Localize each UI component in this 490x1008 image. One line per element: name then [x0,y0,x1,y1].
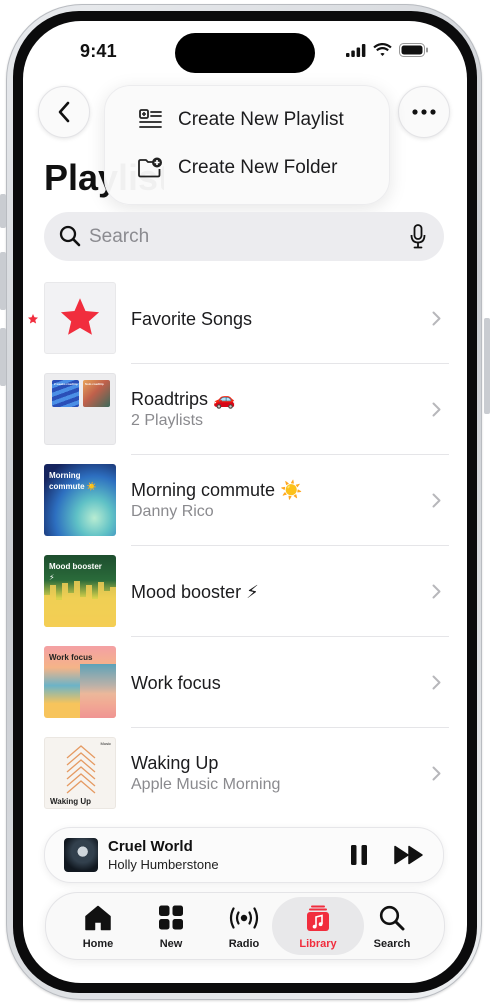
new-playlist-icon [139,109,162,128]
now-playing-title: Cruel World [108,838,193,855]
mini-player[interactable]: Cruel World Holly Humberstone [44,827,444,883]
microphone-icon[interactable] [410,224,426,249]
playlist-artwork [44,282,116,354]
dynamic-island [175,33,315,73]
wifi-icon [373,43,392,56]
playlist-title: Mood booster ⚡ [131,582,259,602]
side-button [0,194,6,228]
playlist-row-work-focus[interactable]: Work focus Work focus [23,646,467,737]
volume-down-button [0,328,6,386]
artwork-stripe [80,664,116,718]
divider [131,636,449,637]
playlist-artwork: Work focus [44,646,116,718]
search-icon [59,225,81,247]
star-icon [60,298,100,335]
status-icons [346,43,429,57]
create-new-folder-label: Create New Folder [178,157,338,178]
chevron-right-icon [432,766,441,781]
now-playing-artwork [64,838,98,872]
playlist-artwork: Music Waking Up [44,737,116,809]
tab-label: New [159,938,183,950]
divider [131,363,449,364]
artwork-label: Mood booster ⚡ [49,562,102,582]
divider [131,727,449,728]
chevron-right-icon [432,675,441,690]
artwork-label: Waking Up [50,797,92,806]
playlist-subtitle: Apple Music Morning [131,776,281,793]
playlist-title: Waking Up [131,753,219,773]
sub-playlist-label: 2 weeks roadtrip [54,382,78,386]
back-button[interactable] [38,86,90,138]
chevron-right-icon [432,311,441,326]
screen: 9:41 Playlists [23,21,467,983]
volume-up-button [0,252,6,310]
apple-music-badge: Music [100,741,111,746]
divider [131,545,449,546]
now-playing-artist: Holly Humberstone [108,857,219,872]
divider [131,454,449,455]
tab-label: Search [373,938,411,950]
playlist-row-morning-commute[interactable]: Morning commute ☀️ Morning commute ☀️ Da… [23,464,467,555]
tab-label: Radio [228,938,260,950]
chevron-left-icon [58,101,70,123]
ellipsis-icon [412,109,436,115]
create-new-folder-item[interactable]: Create New Folder [105,144,389,192]
playlist-folder-roadtrips[interactable]: 2 weeks roadtrip Solo roadtrip Roadtrips… [23,373,467,464]
chevron-right-icon [432,584,441,599]
search-placeholder: Search [89,226,150,247]
more-options-button[interactable] [398,86,450,138]
chevron-right-icon [432,402,441,417]
library-icon [307,905,329,931]
pause-icon[interactable] [349,844,369,866]
artwork-label: Work focus [49,653,93,662]
radio-icon [229,907,259,929]
sub-playlist-label: Solo roadtrip [85,382,104,386]
home-icon [85,905,111,931]
grid-icon [159,905,183,930]
sub-playlist-artwork: Solo roadtrip [83,380,110,407]
search-icon [379,905,405,931]
playlist-artwork: Morning commute ☀️ [44,464,116,536]
playlist-title: Favorite Songs [131,309,253,329]
create-menu: Create New Playlist Create New Folder [104,85,390,205]
tab-label: Library [299,938,337,950]
tab-search[interactable]: Search [355,893,429,959]
fast-forward-icon[interactable] [394,845,424,865]
new-folder-icon [138,157,162,178]
favorite-marker-icon [28,314,38,324]
status-time: 9:41 [80,41,117,61]
tab-home[interactable]: Home [61,893,135,959]
folder-artwork: 2 weeks roadtrip Solo roadtrip [44,373,116,445]
playlist-subtitle: Danny Rico [131,503,214,520]
cellular-signal-icon [346,43,366,57]
create-new-playlist-item[interactable]: Create New Playlist [105,96,389,144]
playlist-title: Morning commute ☀️ [131,480,303,500]
battery-icon [399,43,428,57]
create-new-playlist-label: Create New Playlist [178,109,344,130]
playlist-row-waking-up[interactable]: Music Waking Up Waking Up Apple Music Mo… [23,737,467,828]
artwork-label: Morning commute ☀️ [49,471,97,491]
sub-playlist-artwork: 2 weeks roadtrip [52,380,79,407]
chevron-right-icon [432,493,441,508]
tab-label: Home [82,938,114,950]
power-button [484,318,490,414]
playlist-row-mood-booster[interactable]: Mood booster ⚡ Mood booster ⚡ [23,555,467,646]
playlist-row-favorite-songs[interactable]: Favorite Songs [23,282,467,373]
playlist-artwork: Mood booster ⚡ [44,555,116,627]
playlist-title: Work focus [131,673,221,693]
search-field[interactable]: Search [44,212,444,261]
tab-bar: Home New Radio Library Search [45,892,445,960]
playlist-title: Roadtrips 🚗 [131,389,236,409]
tab-library[interactable]: Library [272,893,364,959]
playlist-subtitle: 2 Playlists [131,412,204,429]
tab-radio[interactable]: Radio [207,893,281,959]
tab-new[interactable]: New [134,893,208,959]
